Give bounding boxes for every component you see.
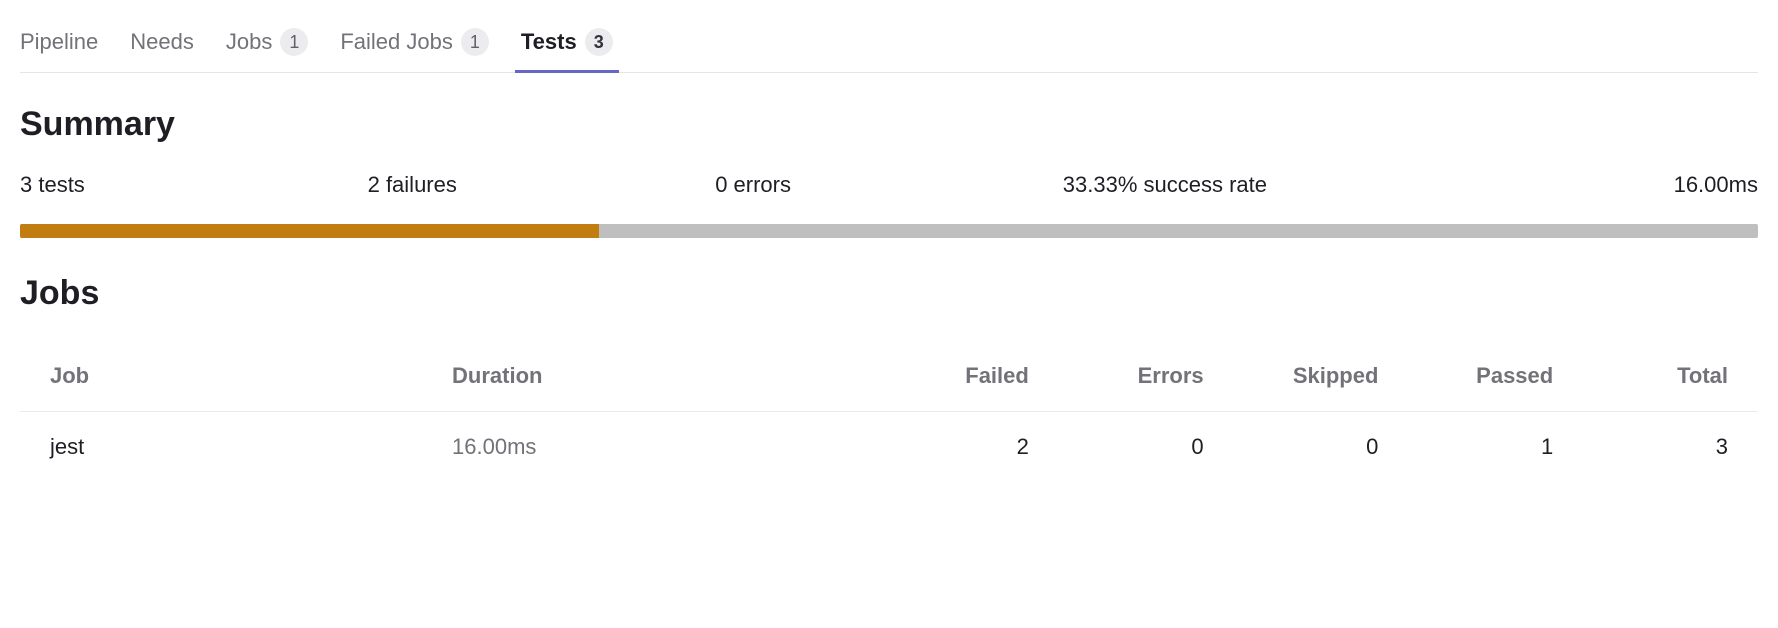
col-header-skipped: Skipped (1204, 363, 1379, 389)
col-header-passed: Passed (1378, 363, 1553, 389)
cell-errors: 0 (1029, 434, 1204, 460)
progress-passed-segment (20, 224, 599, 238)
jobs-heading: Jobs (20, 274, 1758, 313)
jobs-table: Job Duration Failed Errors Skipped Passe… (20, 341, 1758, 482)
tab-label: Tests (521, 29, 577, 55)
tab-badge: 1 (280, 28, 308, 56)
summary-stats: 3 tests 2 failures 0 errors 33.33% succe… (20, 172, 1758, 198)
cell-failed: 2 (854, 434, 1029, 460)
summary-progress (20, 224, 1758, 238)
summary-success-rate: 33.33% success rate (1063, 172, 1411, 198)
cell-passed: 1 (1378, 434, 1553, 460)
tab-label: Pipeline (20, 29, 98, 55)
tabs: Pipeline Needs Jobs 1 Failed Jobs 1 Test… (20, 10, 1758, 73)
table-row[interactable]: jest 16.00ms 2 0 0 1 3 (20, 412, 1758, 482)
col-header-errors: Errors (1029, 363, 1204, 389)
summary-heading: Summary (20, 105, 1758, 144)
summary-errors: 0 errors (715, 172, 1063, 198)
col-header-duration: Duration (452, 363, 854, 389)
jobs-table-header: Job Duration Failed Errors Skipped Passe… (20, 341, 1758, 412)
cell-duration: 16.00ms (452, 434, 854, 460)
tab-label: Failed Jobs (340, 29, 453, 55)
cell-job: jest (50, 434, 452, 460)
summary-duration: 16.00ms (1410, 172, 1758, 198)
cell-skipped: 0 (1204, 434, 1379, 460)
col-header-failed: Failed (854, 363, 1029, 389)
tab-badge: 1 (461, 28, 489, 56)
tab-jobs[interactable]: Jobs 1 (226, 16, 308, 72)
summary-tests: 3 tests (20, 172, 368, 198)
tab-pipeline[interactable]: Pipeline (20, 17, 98, 71)
tab-label: Jobs (226, 29, 272, 55)
col-header-job: Job (50, 363, 452, 389)
tab-badge: 3 (585, 28, 613, 56)
tab-label: Needs (130, 29, 194, 55)
tab-tests[interactable]: Tests 3 (521, 16, 613, 72)
summary-failures: 2 failures (368, 172, 716, 198)
col-header-total: Total (1553, 363, 1728, 389)
tab-failed-jobs[interactable]: Failed Jobs 1 (340, 16, 489, 72)
tab-needs[interactable]: Needs (130, 17, 194, 71)
cell-total: 3 (1553, 434, 1728, 460)
